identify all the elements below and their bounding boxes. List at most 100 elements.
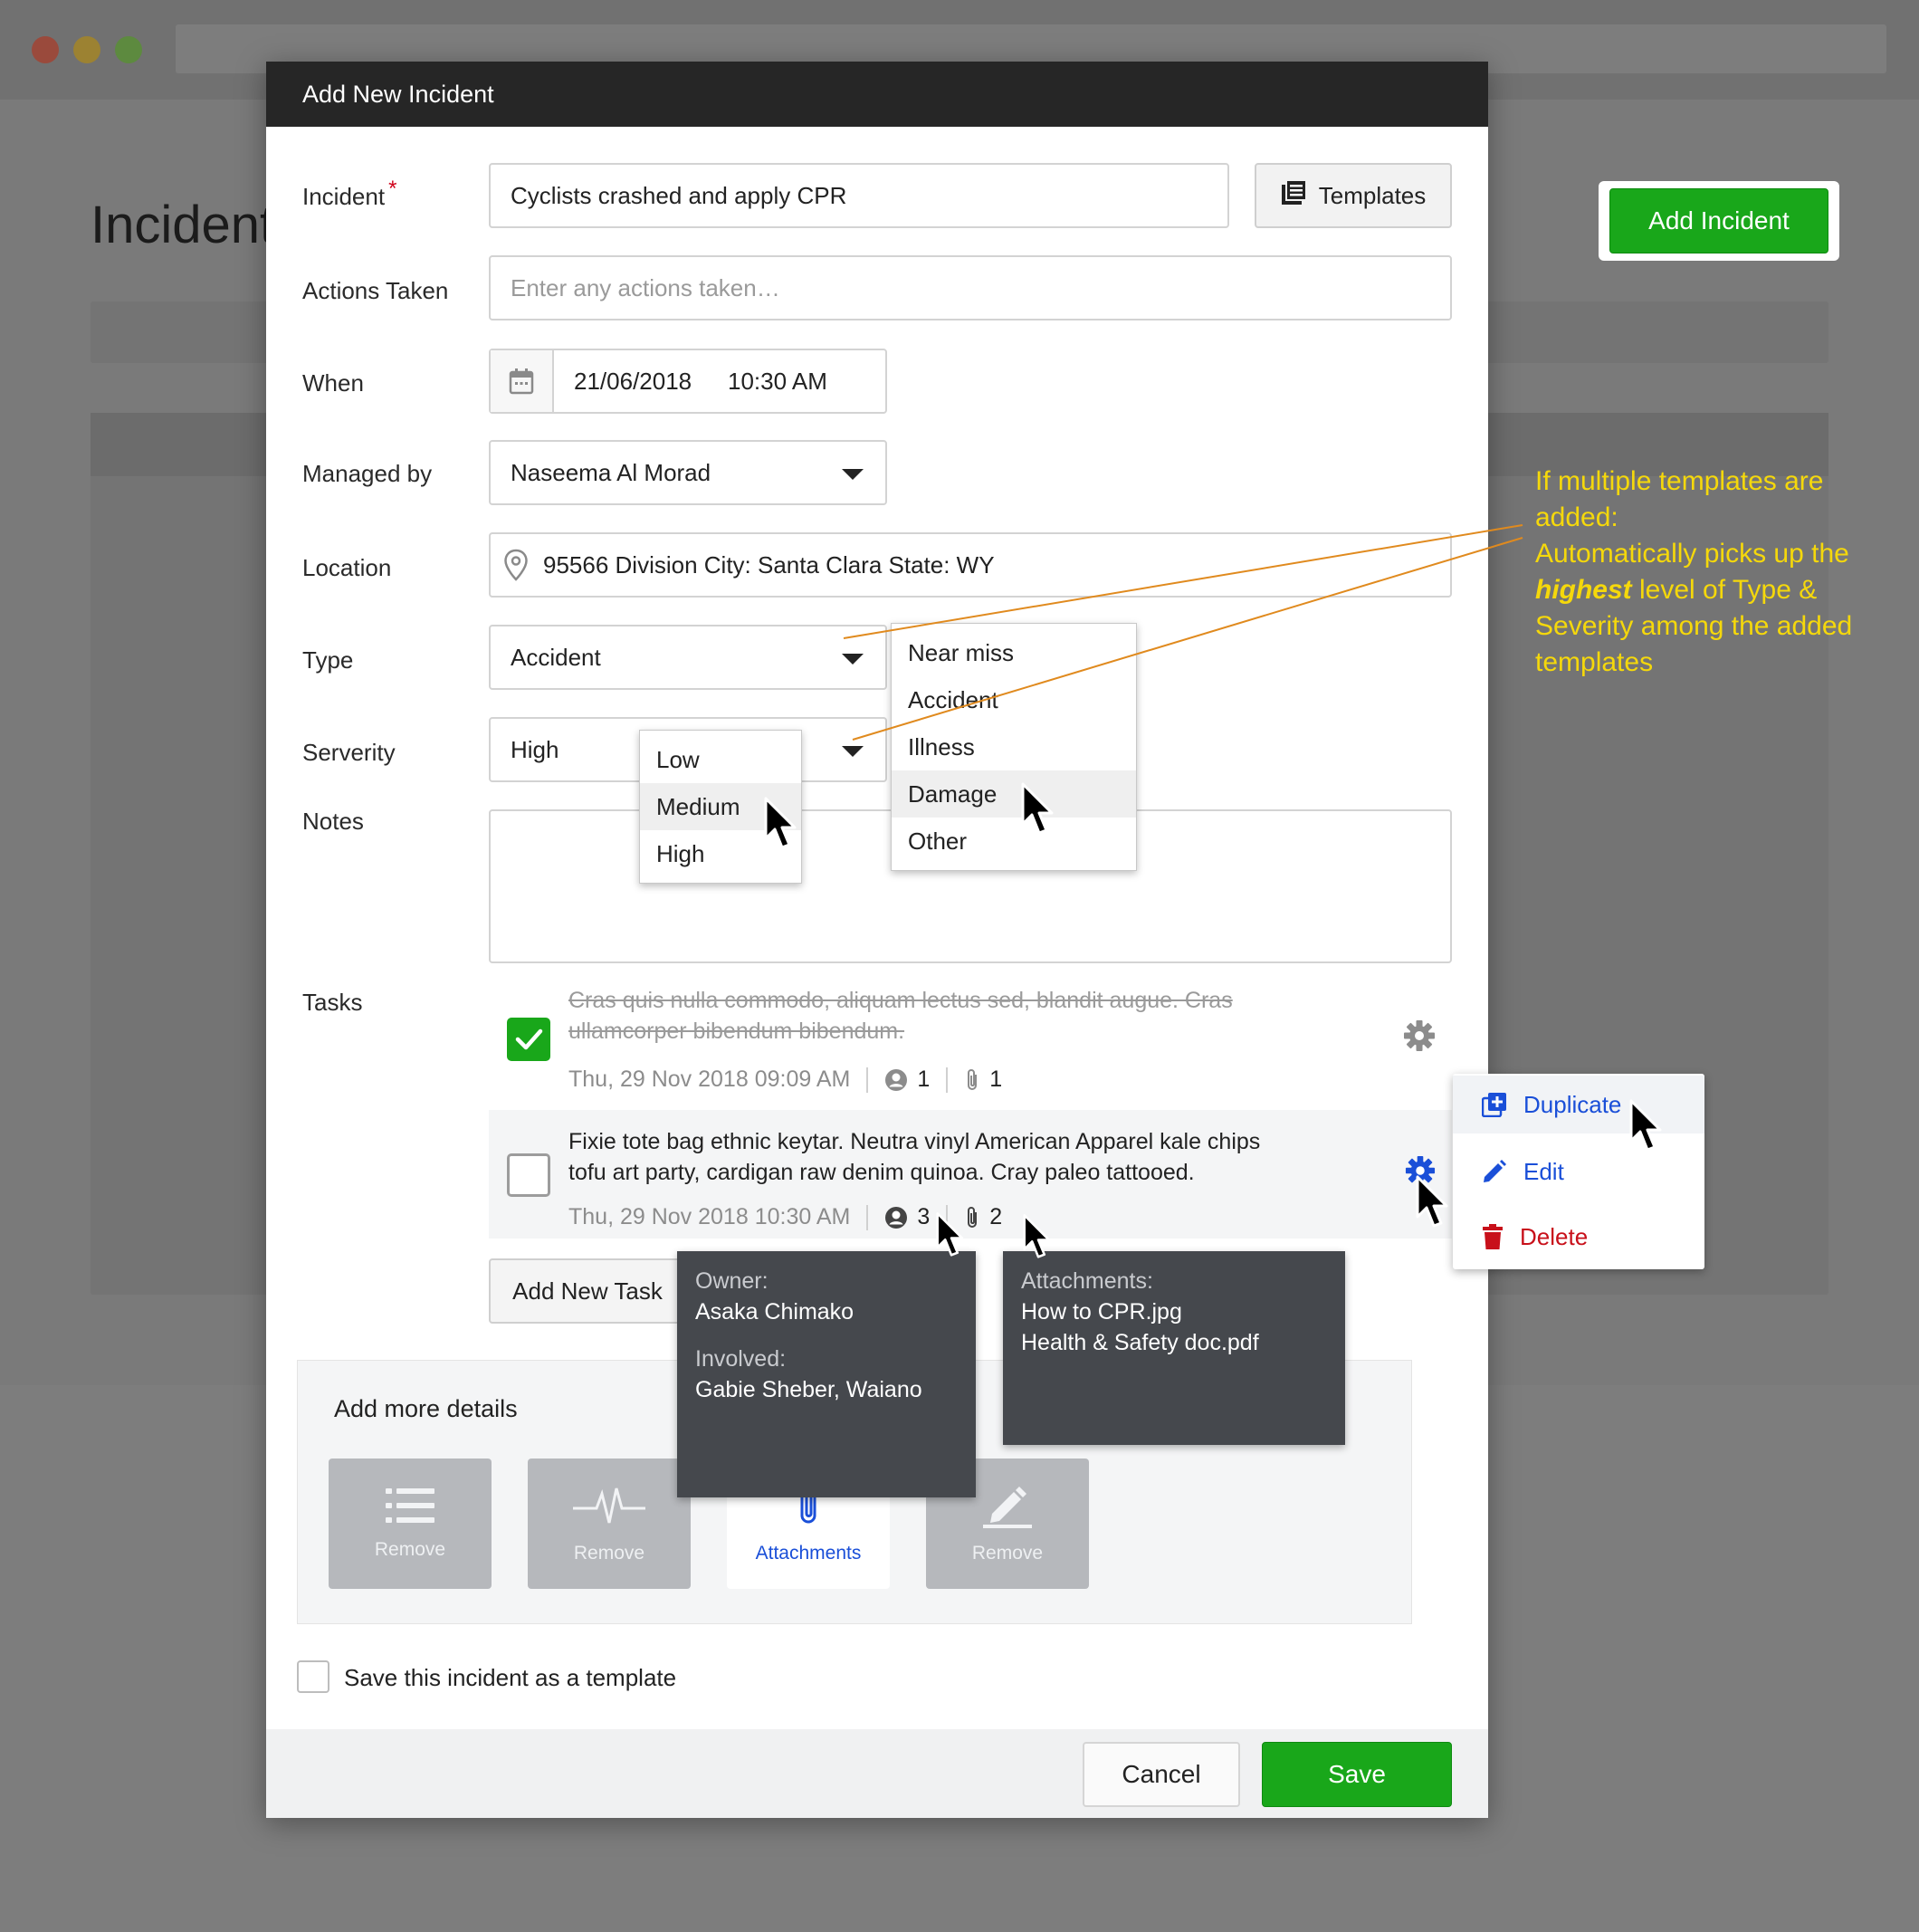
chevron-down-icon <box>842 746 864 757</box>
chevron-down-icon <box>842 469 864 480</box>
task-2-text-line1: Fixie tote bag ethnic keytar. Neutra vin… <box>568 1129 1261 1154</box>
required-marker: * <box>388 177 397 201</box>
divider <box>866 1066 869 1093</box>
task-1-attachments-count: 1 <box>989 1066 1003 1092</box>
task-1-text: Cras quis nulla commodo, aliquam lectus … <box>568 985 1233 1047</box>
task-2-text-line2: tofu art party, cardigan raw denim quino… <box>568 1160 1195 1185</box>
location-input[interactable]: 95566 Division City: Santa Clara State: … <box>489 532 1452 598</box>
details-tile-list[interactable]: Remove <box>329 1459 492 1589</box>
owner-tooltip-involved-label: Involved: <box>695 1346 787 1372</box>
mouse-cursor-icon <box>1023 1214 1051 1258</box>
type-value: Accident <box>511 643 601 671</box>
notes-label: Notes <box>302 808 364 835</box>
task-1-gear-icon[interactable] <box>1403 1019 1436 1057</box>
trash-icon <box>1482 1224 1504 1249</box>
severity-label: Serverity <box>302 739 396 766</box>
severity-option-low[interactable]: Low <box>640 736 801 783</box>
templates-icon <box>1281 180 1306 212</box>
type-select[interactable]: Accident <box>489 625 887 690</box>
location-value: 95566 Division City: Santa Clara State: … <box>543 550 995 579</box>
menu-item-duplicate[interactable]: Duplicate <box>1453 1076 1704 1133</box>
menu-item-delete[interactable]: Delete <box>1453 1208 1704 1266</box>
type-dropdown: Near miss Accident Illness Damage Other <box>891 623 1137 871</box>
window-minimize-dot[interactable] <box>73 36 100 63</box>
incident-input[interactable]: Cyclists crashed and apply CPR <box>489 163 1229 228</box>
owner-tooltip: Owner: Asaka Chimako Involved: Gabie She… <box>677 1251 976 1497</box>
annotation-note: If multiple templates are added: Automat… <box>1535 464 1897 681</box>
incident-label: Incident * <box>302 177 396 211</box>
when-date-value: 21/06/2018 <box>574 368 692 395</box>
mouse-cursor-icon <box>1021 782 1054 835</box>
mouse-cursor-icon <box>1629 1099 1662 1152</box>
details-tile-pencil-label: Remove <box>971 1543 1044 1564</box>
chevron-down-icon <box>842 654 864 665</box>
duplicate-icon <box>1482 1092 1507 1117</box>
type-option-other[interactable]: Other <box>892 818 1136 865</box>
actions-taken-label: Actions Taken <box>302 277 449 304</box>
location-label: Location <box>302 554 392 581</box>
actions-taken-input[interactable]: Enter any actions taken… <box>489 255 1452 320</box>
add-incident-button[interactable]: Add Incident <box>1609 188 1828 253</box>
managed-by-label: Managed by <box>302 460 433 487</box>
attachments-tooltip-label: Attachments: <box>1021 1268 1153 1294</box>
incident-label-text: Incident <box>302 183 386 210</box>
managed-by-value: Naseema Al Morad <box>511 458 711 486</box>
task-2-attachments-count: 2 <box>989 1204 1003 1229</box>
task-2-checkbox[interactable] <box>507 1153 550 1197</box>
task-1-text-line2: ullamcorper bibendum bibendum. <box>568 1019 905 1044</box>
type-option-damage[interactable]: Damage <box>892 770 1136 818</box>
annotation-line-2: Automatically picks up the highest level… <box>1535 536 1897 681</box>
paperclip-icon[interactable] <box>964 1067 980 1093</box>
annotation-line-2-pre: Automatically picks up the <box>1535 539 1849 569</box>
task-1-text-line1: Cras quis nulla commodo, aliquam lectus … <box>568 988 1233 1013</box>
annotation-emphasis: highest <box>1535 575 1632 605</box>
map-pin-icon <box>503 549 529 581</box>
type-option-illness[interactable]: Illness <box>892 723 1136 770</box>
menu-item-duplicate-label: Duplicate <box>1523 1090 1622 1118</box>
task-2-text: Fixie tote bag ethnic keytar. Neutra vin… <box>568 1126 1260 1188</box>
calendar-icon[interactable] <box>491 350 554 412</box>
details-tile-pulse[interactable]: Remove <box>528 1459 691 1589</box>
task-actions-menu: Duplicate Edit Delete <box>1453 1074 1704 1269</box>
details-tile-list-label: Remove <box>374 1539 446 1560</box>
details-tile-attachments-label: Attachments <box>755 1543 862 1564</box>
background-page-title: Incident <box>91 196 275 254</box>
tasks-label: Tasks <box>302 989 363 1016</box>
incident-input-value: Cyclists crashed and apply CPR <box>511 181 847 209</box>
pencil-icon <box>1482 1159 1507 1184</box>
add-new-task-button[interactable]: Add New Task <box>489 1258 686 1324</box>
modal-title: Add New Incident <box>266 62 1488 127</box>
type-label: Type <box>302 646 354 674</box>
mouse-cursor-icon <box>936 1212 964 1257</box>
mouse-cursor-icon <box>764 797 797 849</box>
menu-item-edit[interactable]: Edit <box>1453 1143 1704 1200</box>
actions-taken-placeholder: Enter any actions taken… <box>511 273 780 301</box>
templates-button[interactable]: Templates <box>1255 163 1452 228</box>
mouse-cursor-icon <box>1416 1175 1448 1228</box>
type-option-near-miss[interactable]: Near miss <box>892 629 1136 676</box>
person-icon[interactable] <box>884 1206 908 1229</box>
severity-value: High <box>511 735 559 763</box>
task-1-people-count: 1 <box>917 1066 931 1092</box>
when-time-value: 10:30 AM <box>728 368 827 395</box>
more-details-title: Add more details <box>334 1395 518 1422</box>
type-option-accident[interactable]: Accident <box>892 676 1136 723</box>
window-maximize-dot[interactable] <box>115 36 142 63</box>
details-tile-pulse-label: Remove <box>573 1543 645 1564</box>
owner-tooltip-involved: Gabie Sheber, Waiano <box>695 1377 922 1402</box>
cancel-button[interactable]: Cancel <box>1083 1742 1240 1807</box>
save-as-template-label: Save this incident as a template <box>344 1664 677 1691</box>
save-button[interactable]: Save <box>1262 1742 1452 1807</box>
owner-tooltip-owner-label: Owner: <box>695 1268 769 1294</box>
window-close-dot[interactable] <box>32 36 59 63</box>
when-datetime-field[interactable]: 21/06/2018 10:30 AM <box>489 349 887 414</box>
save-as-template-checkbox[interactable] <box>297 1660 329 1693</box>
templates-button-label: Templates <box>1318 181 1427 209</box>
person-icon[interactable] <box>884 1068 908 1092</box>
task-1-checkbox[interactable] <box>507 1018 550 1061</box>
attachments-tooltip: Attachments: How to CPR.jpg Health & Saf… <box>1003 1251 1345 1445</box>
task-2-date: Thu, 29 Nov 2018 10:30 AM <box>568 1204 851 1229</box>
list-icon <box>386 1487 434 1530</box>
menu-item-delete-label: Delete <box>1520 1222 1589 1250</box>
managed-by-select[interactable]: Naseema Al Morad <box>489 440 887 505</box>
